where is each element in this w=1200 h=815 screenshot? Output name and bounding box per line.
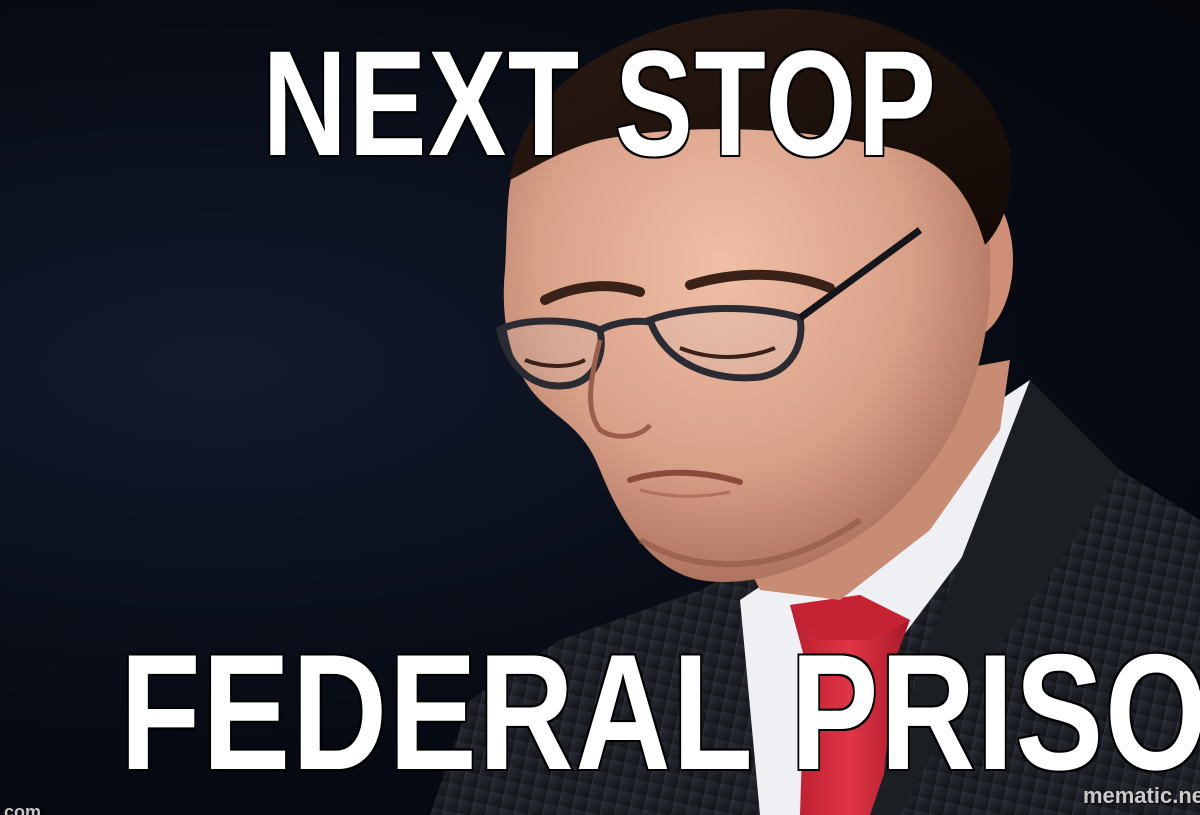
mematic-watermark: mematic.ne bbox=[1082, 783, 1200, 808]
meme-image: NEXT STOP FEDERAL PRISON mematic.ne p.co… bbox=[0, 0, 1200, 815]
meme-bottom-caption: FEDERAL PRISON bbox=[118, 620, 1200, 804]
left-watermark: p.com bbox=[0, 802, 42, 815]
meme-top-caption: NEXT STOP bbox=[261, 19, 938, 187]
